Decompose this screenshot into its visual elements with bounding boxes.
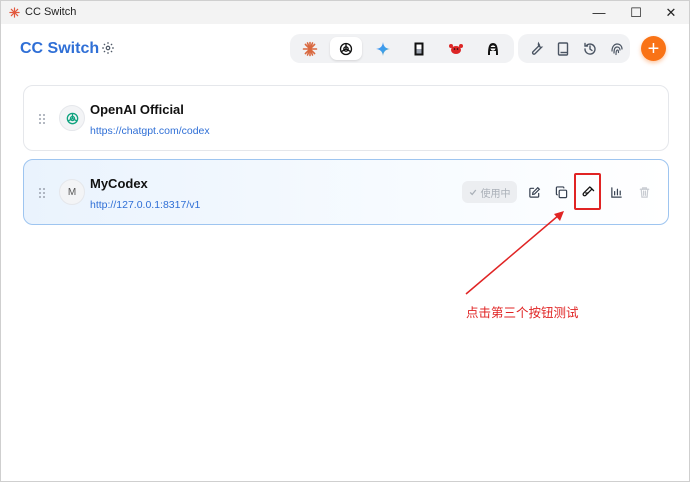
red-crab-icon <box>449 43 463 54</box>
agent-avatar-icon <box>488 42 498 55</box>
tool-opencode[interactable] <box>403 37 435 60</box>
edit-button[interactable] <box>524 182 544 202</box>
duplicate-button[interactable] <box>551 182 571 202</box>
highlight-box <box>574 173 601 210</box>
opencode-icon <box>414 42 424 55</box>
drag-handle-icon[interactable] <box>38 187 46 199</box>
in-use-button[interactable]: 使用中 <box>462 181 517 203</box>
in-use-label: 使用中 <box>480 188 511 200</box>
provider-name: MyCodex <box>90 176 148 191</box>
provider-card[interactable]: OpenAI Official https://chatgpt.com/code… <box>23 85 669 151</box>
openai-icon <box>339 42 353 55</box>
app-brand[interactable]: CC Switch <box>20 40 99 58</box>
tool-crab[interactable] <box>440 37 472 60</box>
maximize-icon: ☐ <box>630 4 642 20</box>
history-icon <box>584 42 596 55</box>
wrench-icon <box>531 41 544 55</box>
claude-icon <box>302 41 318 56</box>
provider-url[interactable]: https://chatgpt.com/codex <box>90 125 210 137</box>
delete-icon <box>639 186 649 198</box>
tool-openai[interactable] <box>330 37 362 60</box>
window-title: CC Switch <box>25 6 77 18</box>
stats-icon <box>610 186 622 198</box>
provider-url[interactable]: http://127.0.0.1:8317/v1 <box>90 199 200 211</box>
fingerprint-icon <box>611 42 623 55</box>
close-icon: ✕ <box>665 4 677 20</box>
app-switcher <box>290 34 514 63</box>
annotation-arrow <box>465 211 564 295</box>
tool-gemini[interactable] <box>367 37 399 60</box>
drag-handle-icon[interactable] <box>38 113 46 125</box>
minimize-icon: — <box>592 5 606 20</box>
openai-icon <box>66 112 78 124</box>
book-icon <box>557 41 569 56</box>
cc-switch-logo-icon <box>9 7 20 18</box>
edit-icon <box>528 186 540 198</box>
utility-toolbar <box>518 34 630 63</box>
gear-icon[interactable] <box>101 41 115 55</box>
gemini-icon <box>376 41 390 56</box>
close-button[interactable]: ✕ <box>648 1 690 24</box>
provider-avatar <box>59 105 85 131</box>
tool-agent[interactable] <box>477 37 509 60</box>
title-bar: CC Switch — ☐ ✕ <box>1 1 689 24</box>
annotation-note: 点击第三个按钮测试 <box>466 306 579 320</box>
stats-button[interactable] <box>606 182 626 202</box>
provider-avatar: M <box>59 179 85 205</box>
check-icon <box>469 189 476 196</box>
add-provider-button[interactable]: + <box>641 36 666 61</box>
app-window: CC Switch — ☐ ✕ CC Switch + OpenAI Offic… <box>0 0 690 482</box>
provider-name: OpenAI Official <box>90 102 184 117</box>
tool-auth[interactable] <box>601 37 633 60</box>
delete-button[interactable] <box>634 182 654 202</box>
provider-card-active[interactable]: M MyCodex http://127.0.0.1:8317/v1 使用中 <box>23 159 669 225</box>
tool-claude[interactable] <box>294 37 326 60</box>
duplicate-icon <box>555 185 567 198</box>
